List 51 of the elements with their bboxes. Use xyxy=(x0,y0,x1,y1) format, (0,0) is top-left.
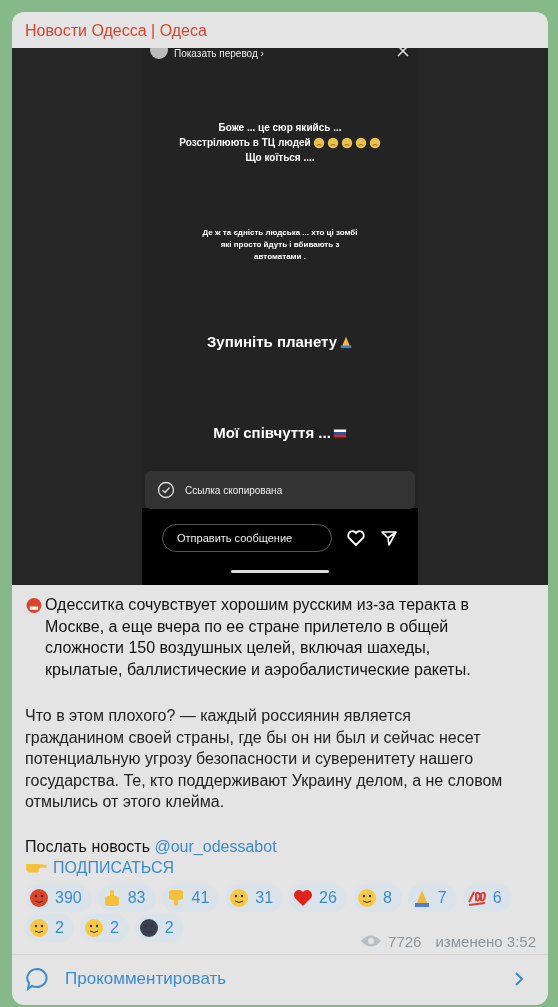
reaction-chip[interactable]: 2 xyxy=(25,913,74,942)
reaction-chip[interactable]: 2 xyxy=(134,913,184,942)
reaction-chip[interactable]: 83 xyxy=(97,883,156,912)
reaction-chip[interactable]: 8 xyxy=(352,883,402,912)
face-icon xyxy=(356,887,377,908)
message-field[interactable]: Отправить сообщение xyxy=(162,524,332,552)
face-icon xyxy=(368,136,381,149)
reaction-chip[interactable]: 41 xyxy=(161,883,220,912)
subscribe-link[interactable]: ПОДПИСАТЬСЯ xyxy=(53,859,175,876)
view-count: 7726 xyxy=(388,932,422,950)
send-icon[interactable] xyxy=(380,529,398,547)
face-icon xyxy=(83,917,104,938)
story-text: автоматами . xyxy=(254,251,306,263)
heart-icon xyxy=(293,887,314,908)
edited-time: изменено 3:52 xyxy=(435,932,536,950)
check-icon xyxy=(157,481,175,499)
comment-button[interactable]: Прокомментировать xyxy=(12,953,548,1003)
face-icon xyxy=(340,136,353,149)
post-paragraph: Одесситка сочувствует хорошим русским из-за теракта в Москве, а еще вчера по ее стране прилетело в общей сложности 150 воздушных целей, включая шахеды, крылатые, баллистические и аэробалистические ракеты. xyxy=(45,595,472,680)
send-news-text: Послать новость xyxy=(25,837,150,855)
story-text: Зупиніть планету xyxy=(206,333,338,350)
reaction-chip[interactable]: 31 xyxy=(225,883,284,912)
story-text: Боже ... це сюр якийсь ... xyxy=(218,121,342,135)
reaction-chip[interactable]: 26 xyxy=(289,883,347,912)
story-text: Де ж та єдність людська ... хто ці зомбі xyxy=(202,227,358,239)
story-text: які просто йдуть і вбивають з xyxy=(220,239,340,251)
heart-icon[interactable] xyxy=(346,529,366,547)
reaction-chip[interactable]: 6 xyxy=(462,883,512,912)
channel-title[interactable]: Новости Одесса | Одеса xyxy=(12,12,548,48)
face-icon xyxy=(29,917,49,938)
bot-link[interactable]: @our_odessabot xyxy=(154,837,277,855)
face-icon xyxy=(138,917,159,938)
face-icon xyxy=(312,136,325,149)
story-text: Мої співчуття ... xyxy=(213,424,331,441)
story-text: Розстрілюють в ТЦ людей xyxy=(179,136,311,150)
face-icon xyxy=(229,887,250,908)
face-icon xyxy=(326,136,339,149)
reaction-chip[interactable]: 390 xyxy=(25,883,92,912)
close-icon[interactable] xyxy=(396,48,410,58)
translate-link[interactable]: Показать перевод › xyxy=(174,48,390,59)
post-paragraph: Что в этом плохого? — каждый россиянин является гражданином своей страны, где бы он ни был и сейчас несет потенциальную угрозу безопасности и суверенитету нашего государства. Те, кто поддерживают Украину делом, а не словом отмылись от этого клейма. xyxy=(25,706,504,812)
chevron-right-icon xyxy=(514,970,524,987)
reaction-chip[interactable]: 2 xyxy=(79,913,129,942)
eye-icon xyxy=(360,934,383,948)
face-icon xyxy=(354,136,367,149)
story-text: Що коїться .... xyxy=(245,151,315,165)
toast-text: Ссылка скопирована xyxy=(185,484,283,496)
angry-face-icon xyxy=(25,597,43,614)
reaction-chip[interactable]: 7 xyxy=(407,883,457,912)
face-icon xyxy=(29,887,49,908)
speech-bubble-icon xyxy=(25,966,49,991)
